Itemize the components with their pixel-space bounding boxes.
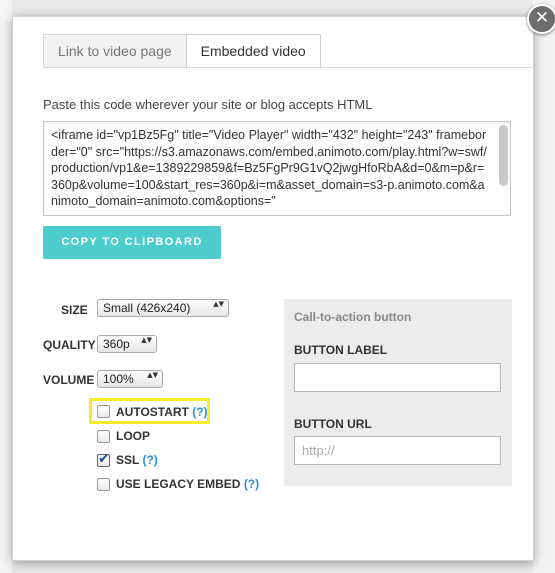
tab-bar: Link to video page Embedded video [43,34,321,69]
volume-select[interactable]: 100% ▲▼ [97,370,163,388]
size-label: SIZE [61,303,88,317]
tab-link-to-video-page[interactable]: Link to video page [43,34,187,68]
cta-title: Call-to-action button [294,310,412,324]
checkmark-icon: ✔ [98,451,110,467]
background-page-right [533,0,555,573]
select-arrows-icon: ▲▼ [147,371,158,379]
close-icon: ✕ [534,8,550,28]
select-arrows-icon: ▲▼ [141,336,152,344]
copy-to-clipboard-button[interactable]: COPY TO CLIPBOARD [43,226,221,259]
autostart-checkbox[interactable] [97,405,110,418]
autostart-label: AUTOSTART (?) [116,405,208,419]
autostart-help-link[interactable]: (?) [192,405,207,419]
legacy-embed-checkbox[interactable] [97,478,110,491]
legacy-embed-label: USE LEGACY EMBED (?) [116,477,260,491]
select-arrows-icon: ▲▼ [213,300,224,308]
legacy-embed-help-link[interactable]: (?) [244,477,259,491]
ssl-label: SSL (?) [116,453,158,467]
close-button[interactable]: ✕ [527,4,555,34]
code-scrollbar[interactable] [499,125,508,186]
quality-label: QUALITY [43,338,96,352]
tab-embedded-video[interactable]: Embedded video [185,34,321,69]
button-label-input[interactable] [294,363,501,392]
quality-select-value: 360p [103,337,130,351]
embed-code-text: <iframe id="vp1Bz5Fg" title="Video Playe… [51,128,487,208]
volume-select-value: 100% [103,372,134,386]
background-page-left [0,0,12,573]
embed-code-textarea[interactable]: <iframe id="vp1Bz5Fg" title="Video Playe… [43,121,511,216]
loop-label: LOOP [116,429,151,443]
button-label-label: BUTTON LABEL [294,343,388,357]
embed-dialog: Link to video page Embedded video Paste … [12,16,534,561]
size-select[interactable]: Small (426x240) ▲▼ [97,299,229,317]
ssl-help-link[interactable]: (?) [142,453,157,467]
tab-divider [43,67,533,68]
button-url-label: BUTTON URL [294,417,372,431]
volume-label: VOLUME [43,373,95,387]
call-to-action-panel: Call-to-action button BUTTON LABEL BUTTO… [284,299,512,486]
embed-instructions: Paste this code wherever your site or bl… [43,97,373,112]
size-select-value: Small (426x240) [103,301,191,315]
button-url-input[interactable]: http:// [294,436,501,465]
ssl-checkbox[interactable]: ✔ [97,451,110,467]
quality-select[interactable]: 360p ▲▼ [97,335,157,353]
loop-checkbox[interactable] [97,430,110,443]
